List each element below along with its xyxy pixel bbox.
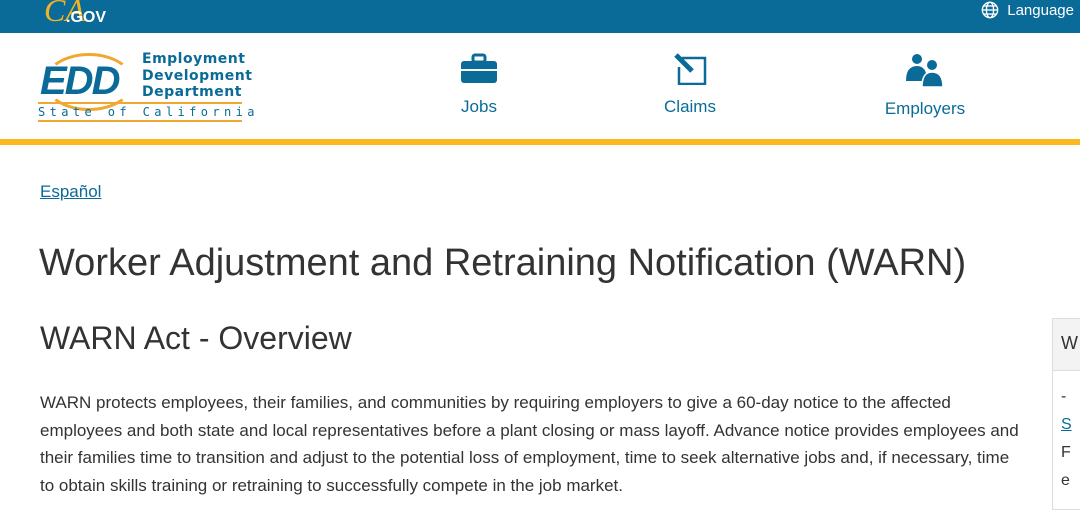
side-line: F (1061, 444, 1071, 461)
pen-document-icon (674, 53, 707, 85)
page-title: Worker Adjustment and Retraining Notific… (39, 242, 967, 284)
logo-line-3: Department (142, 84, 242, 100)
nav-claims[interactable]: Claims (620, 53, 760, 117)
briefcase-icon (461, 53, 497, 83)
side-panel-body: - S F e (1053, 371, 1080, 495)
nav-label: Jobs (461, 97, 497, 116)
nav-label: Employers (884, 99, 966, 118)
side-line: - (1061, 388, 1067, 405)
top-bar: CA .GOV Language (0, 0, 1080, 33)
logo-line-2: Development (142, 67, 253, 84)
logo-state: State of California (38, 102, 254, 122)
nav-jobs[interactable]: Jobs (409, 53, 549, 117)
section-title: WARN Act - Overview (40, 320, 352, 356)
side-link[interactable]: S (1061, 416, 1072, 433)
overview-paragraph: WARN protects employees, their families,… (40, 393, 1019, 495)
side-panel-heading: W (1053, 319, 1080, 371)
site-header: EDD Employment Development Department St… (0, 33, 1080, 145)
side-line: e (1061, 472, 1070, 489)
edd-abbr: EDD (40, 59, 120, 103)
globe-icon (981, 1, 999, 19)
nav-label: Claims (664, 97, 716, 116)
gov-text: .GOV (66, 9, 107, 26)
espanol-link[interactable]: Español (40, 182, 101, 202)
edd-name: Employment Development Department (142, 51, 252, 101)
people-icon (906, 54, 944, 87)
edd-logo[interactable]: EDD Employment Development Department St… (38, 51, 254, 123)
side-panel: W - S F e (1052, 318, 1080, 510)
language-label: Language (1007, 1, 1074, 19)
logo-line-1: Employment (142, 51, 246, 67)
language-selector[interactable]: Language (981, 0, 1074, 20)
nav-employers[interactable]: Employers (855, 53, 995, 119)
